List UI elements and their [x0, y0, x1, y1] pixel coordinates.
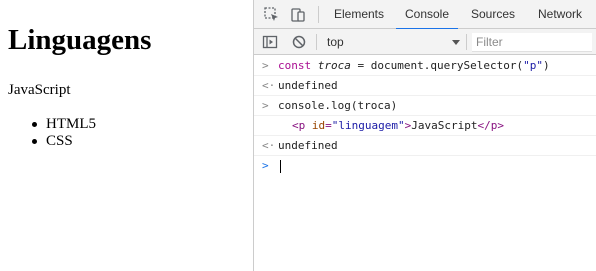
inspect-element-icon[interactable] [263, 6, 281, 24]
console-result-line: <· undefined [254, 76, 596, 96]
tab-console[interactable]: Console [396, 0, 458, 30]
console-input-line: > const troca = document.querySelector("… [254, 56, 596, 76]
tab-network[interactable]: Network [528, 0, 592, 29]
tab-sources[interactable]: Sources [462, 0, 524, 29]
bullet-icon [32, 139, 37, 144]
toolbar-divider [316, 34, 317, 50]
console-prompt[interactable]: > [254, 156, 596, 176]
console-result-line: <· undefined [254, 136, 596, 156]
dropdown-arrow-icon [452, 40, 460, 45]
list-item: CSS [29, 133, 96, 150]
page-list: HTML5 CSS [29, 116, 96, 150]
console-output: > const troca = document.querySelector("… [254, 56, 596, 271]
input-prompt-icon: > [262, 159, 269, 172]
toolbar-divider [466, 34, 467, 50]
devtools-panel: Elements Console Sources Network top Fil… [253, 0, 596, 271]
list-item: HTML5 [29, 116, 96, 133]
devtools-tabbar: Elements Console Sources Network [254, 0, 596, 30]
text-caret [280, 159, 281, 173]
filter-input[interactable] [472, 33, 592, 52]
console-input-line: > console.log(troca) [254, 96, 596, 116]
console-toolbar: top [254, 29, 596, 55]
input-prompt-icon: > [262, 99, 269, 112]
toolbar-divider [318, 6, 319, 23]
page-paragraph: JavaScript [8, 82, 71, 98]
rendered-page: Linguagens JavaScript HTML5 CSS [0, 0, 253, 271]
clear-console-icon[interactable] [290, 33, 308, 51]
context-selector[interactable]: top [320, 33, 462, 51]
logged-element[interactable]: <p id="linguagem">JavaScript</p> [292, 116, 504, 135]
result-prompt-icon: <· [262, 139, 276, 152]
device-toolbar-icon[interactable] [289, 6, 307, 24]
tab-elements[interactable]: Elements [326, 0, 392, 29]
page-heading: Linguagens [8, 24, 152, 56]
input-prompt-icon: > [262, 59, 269, 72]
bullet-icon [32, 122, 37, 127]
result-prompt-icon: <· [262, 79, 276, 92]
console-log-line[interactable]: <p id="linguagem">JavaScript</p> [254, 116, 596, 136]
sidebar-toggle-icon[interactable] [261, 33, 279, 51]
